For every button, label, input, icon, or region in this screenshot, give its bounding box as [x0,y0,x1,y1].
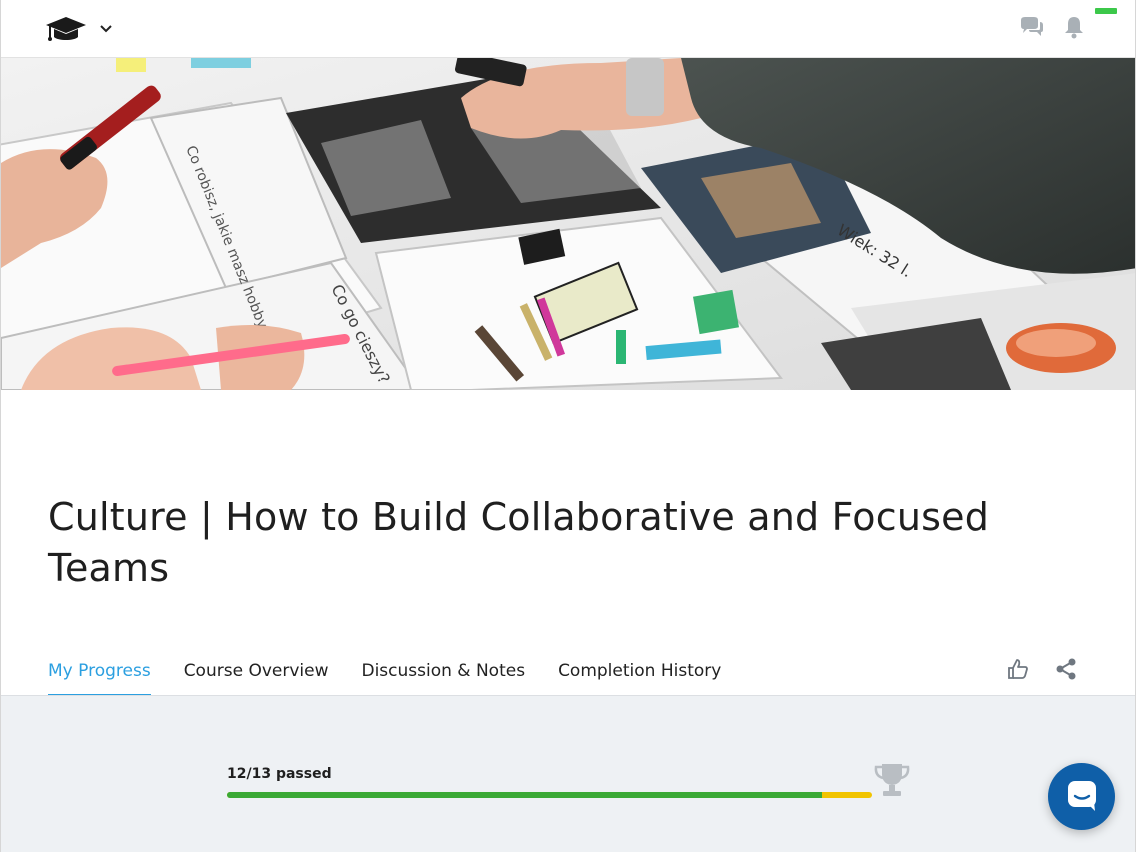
course-hero-image: Co robisz, jakie masz hobby? Co go ciesz… [1,58,1135,390]
tab-course-overview[interactable]: Course Overview [184,646,329,696]
chat-support-button[interactable] [1048,763,1115,830]
chevron-down-icon [99,24,113,34]
bell-icon[interactable] [1061,14,1087,40]
course-tabs: My Progress Course Overview Discussion &… [48,646,754,696]
tab-my-progress[interactable]: My Progress [48,646,151,696]
progress-bar-fill [227,792,823,798]
tab-completion-history[interactable]: Completion History [558,646,721,696]
trophy-icon [872,760,912,800]
graduation-cap-icon [45,14,87,44]
tab-discussion-notes[interactable]: Discussion & Notes [361,646,525,696]
course-title: Culture | How to Build Collaborative and… [48,495,990,590]
chat-bubbles-icon[interactable] [1019,14,1045,40]
chat-message-icon [1065,778,1099,816]
top-navigation-bar [1,0,1135,58]
progress-bar [227,792,872,798]
thumbs-up-icon[interactable] [1005,656,1031,682]
share-icon[interactable] [1053,656,1079,682]
app-page: Co robisz, jakie masz hobby? Co go ciesz… [0,0,1136,852]
status-indicator [1095,8,1117,14]
home-menu-button[interactable] [45,12,115,46]
progress-label: 12/13 passed [227,766,332,782]
progress-section: 12/13 passed [1,696,1135,852]
